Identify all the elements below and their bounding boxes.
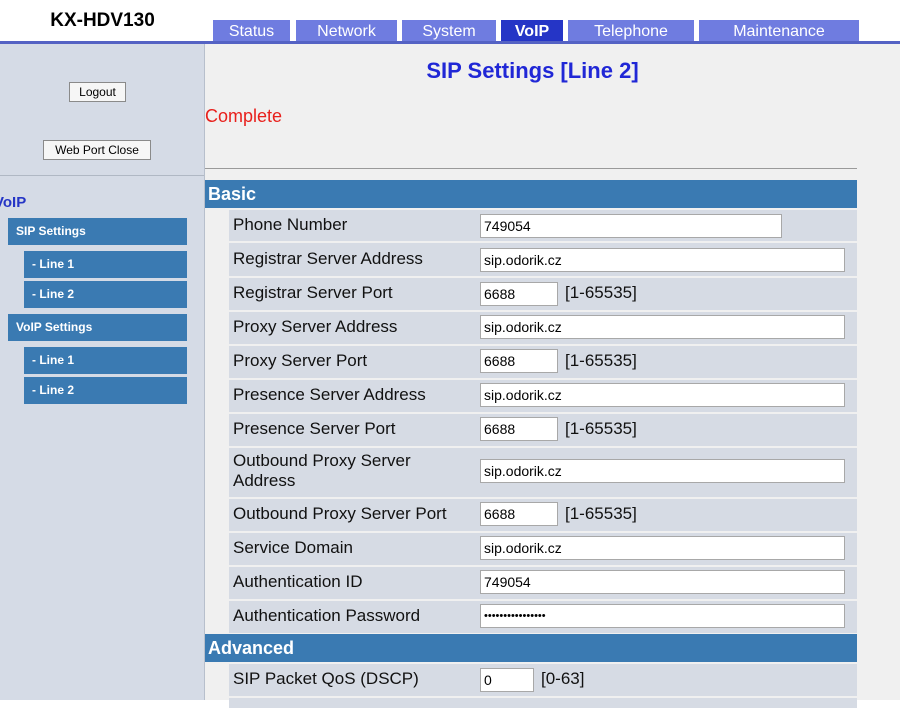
- sidebar-item-voip-line-2[interactable]: - Line 2: [24, 377, 187, 404]
- presence-port-input[interactable]: [480, 417, 558, 441]
- setting-row-registrar-port: Registrar Server Port [1-65535]: [229, 278, 857, 310]
- authentication-password-input[interactable]: [480, 604, 845, 628]
- section-header-advanced: Advanced: [205, 634, 857, 662]
- setting-label: Authentication Password: [233, 606, 421, 625]
- phone-number-input[interactable]: [480, 214, 782, 238]
- sidebar-section-title: VoIP: [0, 194, 27, 211]
- setting-row-proxy-address: Proxy Server Address: [229, 312, 857, 344]
- tab-system[interactable]: System: [402, 20, 496, 42]
- tab-telephone[interactable]: Telephone: [568, 20, 694, 42]
- setting-row-phone-number: Phone Number: [229, 210, 857, 241]
- sidebar-divider: [0, 175, 204, 176]
- outbound-proxy-port-input[interactable]: [480, 502, 558, 526]
- setting-label: Phone Number: [233, 215, 348, 234]
- sidebar-item-sip-line-1[interactable]: - Line 1: [24, 251, 187, 278]
- model-name: KX-HDV130: [50, 10, 155, 31]
- presence-address-input[interactable]: [480, 383, 845, 407]
- range-hint: [1-65535]: [565, 283, 637, 302]
- setting-row-authentication-id: Authentication ID: [229, 567, 857, 599]
- sidebar: Logout Web Port Close VoIP SIP Settings …: [0, 44, 205, 700]
- registrar-port-input[interactable]: [480, 282, 558, 306]
- setting-label: Registrar Server Address: [233, 249, 423, 268]
- main-content: SIP Settings [Line 2] Complete Basic Pho…: [205, 44, 900, 708]
- range-hint: [1-65535]: [565, 419, 637, 438]
- setting-row-outbound-proxy-address: Outbound Proxy Server Address: [229, 448, 857, 497]
- range-hint: [0-63]: [541, 669, 585, 688]
- registrar-address-input[interactable]: [480, 248, 845, 272]
- setting-row-proxy-port: Proxy Server Port [1-65535]: [229, 346, 857, 378]
- setting-label: Outbound Proxy Server Address: [233, 451, 411, 490]
- logout-button[interactable]: Logout: [69, 82, 126, 102]
- setting-label: SIP Packet QoS (DSCP): [233, 669, 419, 688]
- proxy-port-input[interactable]: [480, 349, 558, 373]
- setting-label: Registrar Server Port: [233, 283, 393, 302]
- authentication-id-input[interactable]: [480, 570, 845, 594]
- setting-row-outbound-proxy-port: Outbound Proxy Server Port [1-65535]: [229, 499, 857, 531]
- web-port-close-button[interactable]: Web Port Close: [43, 140, 151, 160]
- service-domain-input[interactable]: [480, 536, 845, 560]
- range-hint: [1-65535]: [565, 351, 637, 370]
- setting-label: Authentication ID: [233, 572, 363, 591]
- setting-row-presence-port: Presence Server Port [1-65535]: [229, 414, 857, 446]
- setting-label: Outbound Proxy Server Port: [233, 504, 447, 523]
- section-header-basic: Basic: [205, 180, 857, 208]
- sidebar-item-voip-line-1[interactable]: - Line 1: [24, 347, 187, 374]
- setting-label: Proxy Server Port: [233, 351, 368, 370]
- top-bar: KX-HDV130 Status Network System VoIP Tel…: [0, 0, 900, 44]
- setting-row-authentication-password: Authentication Password: [229, 601, 857, 633]
- tab-voip[interactable]: VoIP: [501, 20, 563, 42]
- setting-row-presence-address: Presence Server Address: [229, 380, 857, 412]
- setting-label: Proxy Server Address: [233, 317, 398, 336]
- setting-label: Presence Server Port: [233, 419, 396, 438]
- content-divider: [205, 168, 857, 169]
- setting-label: Service Domain: [233, 538, 353, 557]
- setting-row-sip-packet-qos: SIP Packet QoS (DSCP) [0-63]: [229, 664, 857, 696]
- page-title: SIP Settings [Line 2]: [426, 58, 639, 83]
- range-hint: [1-65535]: [565, 504, 637, 523]
- sidebar-item-sip-line-2[interactable]: - Line 2: [24, 281, 187, 308]
- outbound-proxy-address-input[interactable]: [480, 459, 845, 483]
- setting-row-service-domain: Service Domain: [229, 533, 857, 565]
- tab-maintenance[interactable]: Maintenance: [699, 20, 859, 42]
- sip-packet-qos-input[interactable]: [480, 668, 534, 692]
- setting-label: Presence Server Address: [233, 385, 426, 404]
- tab-status[interactable]: Status: [213, 20, 290, 42]
- sidebar-item-sip-settings[interactable]: SIP Settings: [8, 218, 187, 245]
- status-message: Complete: [205, 106, 283, 126]
- sidebar-item-voip-settings[interactable]: VoIP Settings: [8, 314, 187, 341]
- proxy-address-input[interactable]: [480, 315, 845, 339]
- setting-row-registrar-address: Registrar Server Address: [229, 243, 857, 276]
- tab-network[interactable]: Network: [296, 20, 397, 42]
